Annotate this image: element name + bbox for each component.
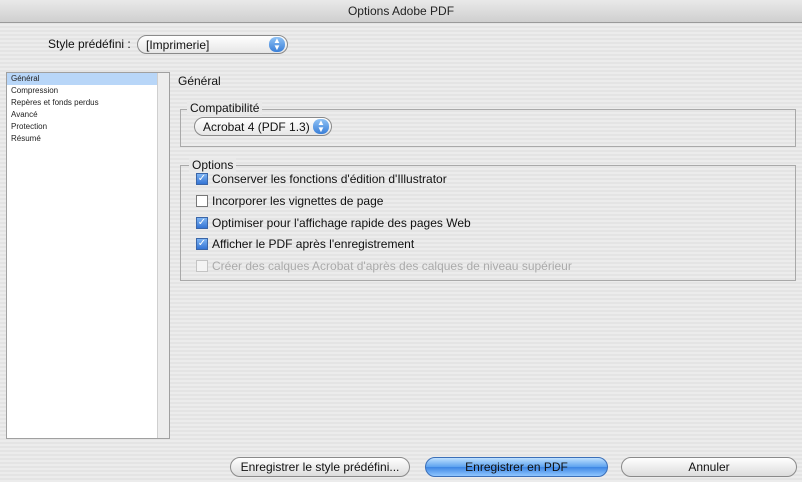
preset-dropdown[interactable]: [Imprimerie] ▲ ▼ <box>137 35 288 54</box>
sidebar-item-summary[interactable]: Résumé <box>7 133 161 145</box>
compatibility-title: Compatibilité <box>187 101 263 115</box>
sidebar: Général Compression Repères et fonds per… <box>6 72 170 439</box>
sidebar-item-advanced[interactable]: Avancé <box>7 109 161 121</box>
sidebar-item-security[interactable]: Protection <box>7 121 161 133</box>
option-keep-editing[interactable]: ✓ Conserver les fonctions d'édition d'Ill… <box>196 172 447 186</box>
options-title: Options <box>189 158 237 172</box>
dialog-window: Options Adobe PDF Style prédéfini : [Imp… <box>0 0 802 482</box>
option-label: Optimiser pour l'affichage rapide des pa… <box>212 216 471 230</box>
preset-dropdown-value: [Imprimerie] <box>146 38 210 52</box>
save-preset-button[interactable]: Enregistrer le style prédéfini... <box>230 457 410 477</box>
dropdown-arrows-icon: ▲ ▼ <box>313 119 329 134</box>
checkbox-checked-icon[interactable]: ✓ <box>196 172 208 185</box>
checkbox-unchecked-icon[interactable] <box>196 194 208 207</box>
cancel-button[interactable]: Annuler <box>621 457 797 477</box>
save-pdf-button[interactable]: Enregistrer en PDF <box>425 457 608 477</box>
checkbox-checked-icon[interactable]: ✓ <box>196 216 208 229</box>
dropdown-arrows-icon: ▲ ▼ <box>269 37 285 52</box>
window-title: Options Adobe PDF <box>0 0 802 23</box>
compatibility-dropdown[interactable]: Acrobat 4 (PDF 1.3) ▲ ▼ <box>194 117 332 136</box>
preset-label: Style prédéfini : <box>48 37 131 51</box>
option-label: Conserver les fonctions d'édition d'Illu… <box>212 172 447 186</box>
option-label: Incorporer les vignettes de page <box>212 194 384 208</box>
option-label: Afficher le PDF après l'enregistrement <box>212 237 415 251</box>
sidebar-item-compression[interactable]: Compression <box>7 85 161 97</box>
compatibility-dropdown-value: Acrobat 4 (PDF 1.3) <box>203 120 310 134</box>
option-label: Créer des calques Acrobat d'après des ca… <box>212 259 572 273</box>
sidebar-item-marks-bleeds[interactable]: Repères et fonds perdus <box>7 97 161 109</box>
option-create-acrobat-layers[interactable]: Créer des calques Acrobat d'après des ca… <box>196 259 572 273</box>
sidebar-scrollbar[interactable] <box>157 73 169 438</box>
sidebar-item-general[interactable]: Général <box>7 73 161 85</box>
section-title: Général <box>178 74 221 88</box>
checkbox-disabled-icon[interactable] <box>196 259 208 272</box>
checkbox-checked-icon[interactable]: ✓ <box>196 237 208 250</box>
option-embed-thumbnails[interactable]: Incorporer les vignettes de page <box>196 194 383 208</box>
option-fast-web-view[interactable]: ✓ Optimiser pour l'affichage rapide des p… <box>196 216 471 230</box>
option-view-pdf-after-save[interactable]: ✓ Afficher le PDF après l'enregistrement <box>196 237 414 251</box>
